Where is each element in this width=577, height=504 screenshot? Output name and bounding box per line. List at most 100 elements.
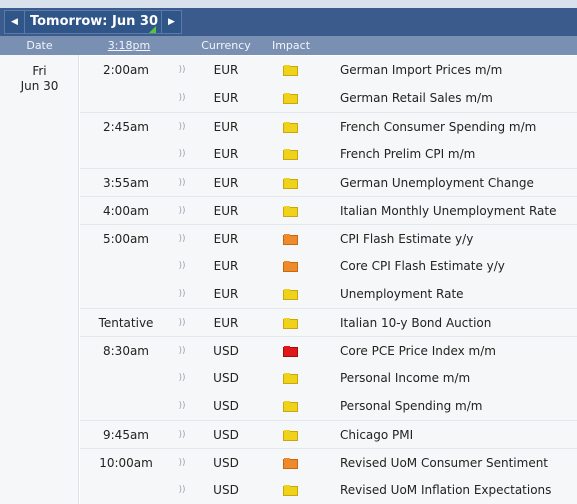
event-title[interactable]: German Unemployment Change (340, 169, 577, 197)
event-title[interactable]: Italian Monthly Unemployment Rate (340, 197, 577, 225)
impact-low-icon (283, 178, 298, 189)
event-time (90, 84, 162, 112)
event-row[interactable]: )) USD Revised UoM Inflation Expectations (80, 476, 577, 504)
calendar-table: Fri Jun 30 2:00am)) EUR German Import Pric… (0, 55, 577, 504)
event-row[interactable]: Tentative)) EUR Italian 10-y Bond Auction (80, 308, 577, 336)
event-time: 9:45am (103, 428, 149, 442)
impact-low-icon (283, 206, 298, 217)
event-currency: EUR (213, 316, 239, 330)
event-row[interactable]: 9:45am)) USD Chicago PMI (80, 420, 577, 448)
event-title[interactable]: Core CPI Flash Estimate y/y (340, 252, 577, 280)
sound-icon[interactable]: )) (176, 364, 188, 392)
event-currency: USD (213, 399, 239, 413)
event-row[interactable]: 4:00am)) EUR Italian Monthly Unemployment … (80, 196, 577, 224)
impact-medium-icon (283, 458, 298, 469)
sound-icon[interactable]: )) (176, 449, 188, 477)
event-title[interactable]: Revised UoM Consumer Sentiment (340, 449, 577, 477)
sound-icon[interactable]: )) (176, 56, 188, 84)
event-title[interactable]: CPI Flash Estimate y/y (340, 225, 577, 253)
event-title[interactable]: French Consumer Spending m/m (340, 113, 577, 141)
date-navigator: ◀ Tomorrow: Jun 30 ▶ (4, 10, 182, 34)
event-title[interactable]: Personal Spending m/m (340, 392, 577, 420)
event-title[interactable]: Unemployment Rate (340, 280, 577, 308)
event-currency: USD (213, 344, 239, 358)
event-currency: EUR (213, 232, 239, 246)
event-title[interactable]: Italian 10-y Bond Auction (340, 309, 577, 337)
event-row[interactable]: )) EUR Unemployment Rate (80, 280, 577, 308)
event-row[interactable]: )) USD Personal Spending m/m (80, 392, 577, 420)
column-header-time[interactable]: 3:18pm (94, 36, 164, 55)
impact-cell (280, 449, 300, 477)
prev-day-icon[interactable]: ◀ (5, 11, 25, 33)
sound-icon[interactable]: )) (176, 476, 188, 504)
event-row[interactable]: 2:00am)) EUR German Import Prices m/m (80, 56, 577, 84)
impact-cell (280, 476, 300, 504)
event-title[interactable]: French Prelim CPI m/m (340, 140, 577, 168)
column-header-currency[interactable]: Currency (196, 36, 256, 55)
sound-icon[interactable]: )) (176, 337, 188, 365)
impact-low-icon (283, 65, 298, 76)
impact-cell (280, 140, 300, 168)
event-row[interactable]: 2:45am)) EUR French Consumer Spending m/m (80, 112, 577, 140)
event-time: 3:55am (103, 176, 149, 190)
event-currency: EUR (213, 147, 239, 161)
sound-icon[interactable]: )) (176, 252, 188, 280)
event-time (90, 140, 162, 168)
column-header-date[interactable]: Date (0, 36, 79, 55)
event-currency: EUR (213, 176, 239, 190)
sound-icon[interactable]: )) (176, 113, 188, 141)
sound-icon[interactable]: )) (176, 280, 188, 308)
impact-cell (280, 392, 300, 420)
impact-cell (280, 169, 300, 197)
event-time (90, 476, 162, 504)
sound-icon[interactable]: )) (176, 84, 188, 112)
nav-date-title[interactable]: Tomorrow: Jun 30 (29, 11, 159, 33)
date-num: Jun 30 (20, 79, 59, 93)
impact-high-icon (283, 346, 298, 357)
event-row[interactable]: )) EUR Core CPI Flash Estimate y/y (80, 252, 577, 280)
event-row[interactable]: 3:55am)) EUR German Unemployment Change (80, 168, 577, 196)
table-header: Date 3:18pm Currency Impact (0, 36, 577, 55)
date-cell: Fri Jun 30 (0, 55, 79, 504)
event-time: 2:00am (103, 63, 149, 77)
impact-low-icon (283, 149, 298, 160)
event-title[interactable]: Revised UoM Inflation Expectations (340, 476, 577, 504)
impact-low-icon (283, 485, 298, 496)
event-time: Tentative (98, 316, 154, 330)
event-row[interactable]: 5:00am)) EUR CPI Flash Estimate y/y (80, 224, 577, 252)
sound-icon[interactable]: )) (176, 421, 188, 449)
event-row[interactable]: )) EUR French Prelim CPI m/m (80, 140, 577, 168)
impact-low-icon (283, 122, 298, 133)
column-header-impact[interactable]: Impact (262, 36, 320, 55)
impact-medium-icon (283, 261, 298, 272)
impact-low-icon (283, 318, 298, 329)
impact-low-icon (283, 93, 298, 104)
sound-icon[interactable]: )) (176, 169, 188, 197)
impact-medium-icon (283, 234, 298, 245)
sound-icon[interactable]: )) (176, 140, 188, 168)
event-title[interactable]: Personal Income m/m (340, 364, 577, 392)
event-time (90, 252, 162, 280)
event-time: 2:45am (103, 120, 149, 134)
event-time: 10:00am (99, 456, 153, 470)
event-title[interactable]: German Import Prices m/m (340, 56, 577, 84)
impact-cell (280, 113, 300, 141)
date-day: Fri (32, 64, 47, 78)
next-day-icon[interactable]: ▶ (161, 11, 181, 33)
impact-cell (280, 309, 300, 337)
event-row[interactable]: 8:30am)) USD Core PCE Price Index m/m (80, 336, 577, 364)
sound-icon[interactable]: )) (176, 392, 188, 420)
sound-icon[interactable]: )) (176, 197, 188, 225)
event-row[interactable]: )) USD Personal Income m/m (80, 364, 577, 392)
event-row[interactable]: )) EUR German Retail Sales m/m (80, 84, 577, 112)
event-title[interactable]: Core PCE Price Index m/m (340, 337, 577, 365)
impact-low-icon (283, 430, 298, 441)
event-currency: USD (213, 483, 239, 497)
event-title[interactable]: Chicago PMI (340, 421, 577, 449)
impact-low-icon (283, 401, 298, 412)
impact-low-icon (283, 373, 298, 384)
event-row[interactable]: 10:00am)) USD Revised UoM Consumer Sentime… (80, 448, 577, 476)
sound-icon[interactable]: )) (176, 309, 188, 337)
event-title[interactable]: German Retail Sales m/m (340, 84, 577, 112)
sound-icon[interactable]: )) (176, 225, 188, 253)
